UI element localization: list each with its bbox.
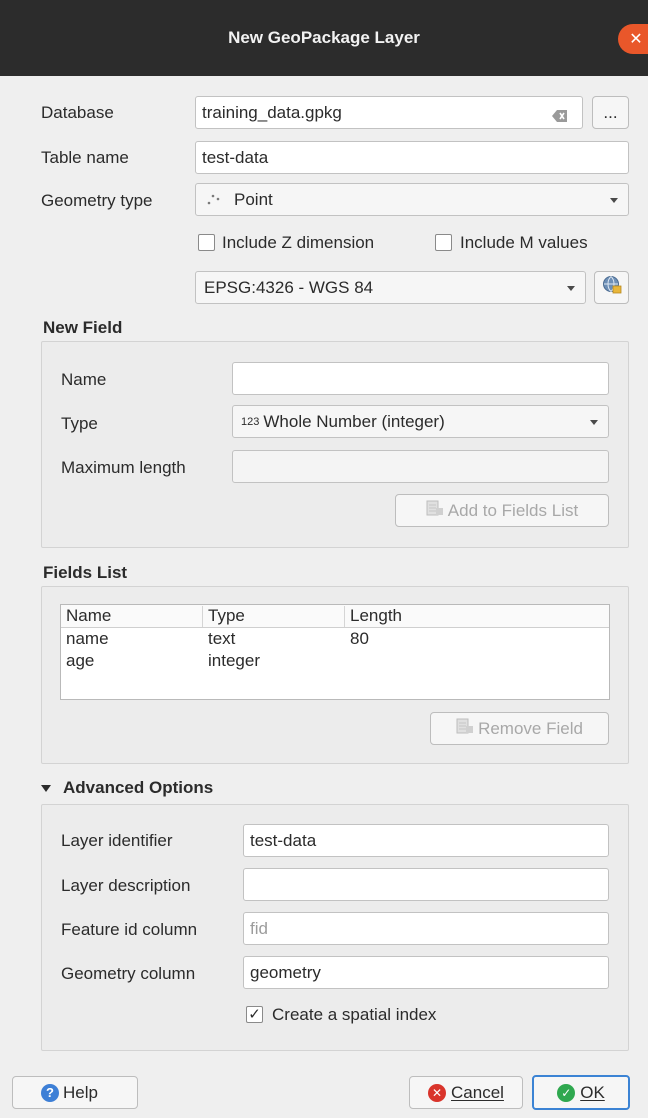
close-icon: ✕ — [629, 31, 643, 48]
column-header-length[interactable]: Length — [345, 606, 610, 627]
help-icon: ? — [41, 1083, 59, 1102]
max-length-label: Maximum length — [61, 458, 186, 477]
geometry-type-value: Point — [234, 189, 273, 209]
geometry-type-combo[interactable]: Point — [195, 183, 629, 216]
column-header-name[interactable]: Name — [61, 606, 203, 627]
add-to-fields-label: Add to Fields List — [447, 500, 579, 520]
browse-button-label: ... — [603, 102, 618, 122]
field-name-label: Name — [61, 370, 107, 389]
select-crs-button[interactable] — [594, 271, 629, 304]
feature-id-label: Feature id column — [61, 920, 198, 939]
window-title: New GeoPackage Layer — [228, 28, 420, 47]
add-to-fields-button[interactable]: Add to Fields List — [395, 494, 609, 527]
geometry-column-value: geometry — [250, 962, 321, 982]
field-name-input[interactable] — [232, 362, 609, 395]
feature-id-placeholder: fid — [250, 918, 268, 938]
help-button[interactable]: ? Help — [12, 1076, 138, 1109]
spatial-index-checkbox[interactable]: ✓ — [246, 1006, 263, 1023]
help-button-label: Help — [63, 1082, 98, 1102]
add-field-icon — [426, 499, 444, 522]
close-button[interactable]: ✕ — [618, 24, 648, 54]
browse-button[interactable]: ... — [592, 96, 629, 129]
integer-icon: 123 — [241, 415, 260, 428]
database-value: training_data.gpkg — [202, 102, 342, 122]
column-header-type[interactable]: Type — [203, 606, 345, 627]
fields-list-title: Fields List — [43, 563, 128, 582]
layer-description-input[interactable] — [243, 868, 609, 901]
database-label: Database — [41, 103, 114, 122]
include-m-label: Include M values — [460, 233, 588, 252]
cell-name: age — [66, 651, 95, 670]
table-header: Name Type Length — [61, 605, 609, 628]
cell-name: name — [66, 629, 109, 648]
cancel-button[interactable]: ✕ Cancel — [409, 1076, 523, 1109]
include-z-label: Include Z dimension — [222, 233, 375, 252]
table-row[interactable]: age integer — [61, 651, 609, 673]
feature-id-input[interactable]: fid — [243, 912, 609, 945]
layer-identifier-input[interactable]: test-data — [243, 824, 609, 857]
globe-icon — [602, 275, 622, 300]
chevron-down-icon — [590, 420, 598, 425]
database-field[interactable]: training_data.gpkg — [195, 96, 583, 129]
chevron-down-icon — [567, 286, 575, 291]
crs-value: EPSG:4326 - WGS 84 — [204, 277, 374, 297]
cell-type: text — [208, 629, 236, 648]
geometry-type-label: Geometry type — [41, 191, 153, 210]
checkmark-icon: ✓ — [248, 1006, 261, 1023]
title-bar: New GeoPackage Layer ✕ — [0, 0, 648, 76]
field-type-combo[interactable]: 123 Whole Number (integer) — [232, 405, 609, 438]
geometry-column-label: Geometry column — [61, 964, 196, 983]
advanced-options-toggle[interactable]: Advanced Options — [41, 777, 213, 799]
remove-field-button[interactable]: Remove Field — [430, 712, 609, 745]
spatial-index-label: Create a spatial index — [272, 1005, 437, 1024]
table-row[interactable]: name text 80 — [61, 629, 609, 651]
ok-button[interactable]: ✓ OK — [532, 1075, 630, 1110]
table-name-value: test-data — [202, 147, 269, 167]
fields-table[interactable]: Name Type Length name text 80 age intege… — [60, 604, 610, 700]
geometry-column-input[interactable]: geometry — [243, 956, 609, 989]
layer-description-label: Layer description — [61, 876, 191, 895]
remove-field-label: Remove Field — [478, 718, 583, 738]
include-z-checkbox[interactable] — [198, 234, 215, 251]
ok-button-label: OK — [580, 1082, 605, 1102]
cell-type: integer — [208, 651, 260, 670]
table-name-field[interactable]: test-data — [195, 141, 629, 174]
remove-field-icon — [456, 717, 474, 740]
field-type-value: Whole Number (integer) — [263, 411, 445, 431]
cancel-button-label: Cancel — [451, 1082, 504, 1102]
cancel-icon: ✕ — [428, 1083, 447, 1102]
ok-icon: ✓ — [557, 1083, 576, 1102]
advanced-options-title: Advanced Options — [63, 778, 214, 797]
collapse-arrow-icon — [41, 784, 51, 792]
layer-identifier-value: test-data — [250, 830, 317, 850]
clear-icon[interactable] — [552, 107, 568, 127]
crs-combo[interactable]: EPSG:4326 - WGS 84 — [195, 271, 586, 304]
point-icon — [204, 192, 226, 208]
field-type-label: Type — [61, 414, 98, 433]
table-name-label: Table name — [41, 148, 129, 167]
new-field-title: New Field — [43, 318, 123, 337]
layer-identifier-label: Layer identifier — [61, 831, 173, 850]
include-m-checkbox[interactable] — [435, 234, 452, 251]
cell-length: 80 — [350, 629, 369, 648]
max-length-input[interactable] — [232, 450, 609, 483]
chevron-down-icon — [610, 198, 618, 203]
